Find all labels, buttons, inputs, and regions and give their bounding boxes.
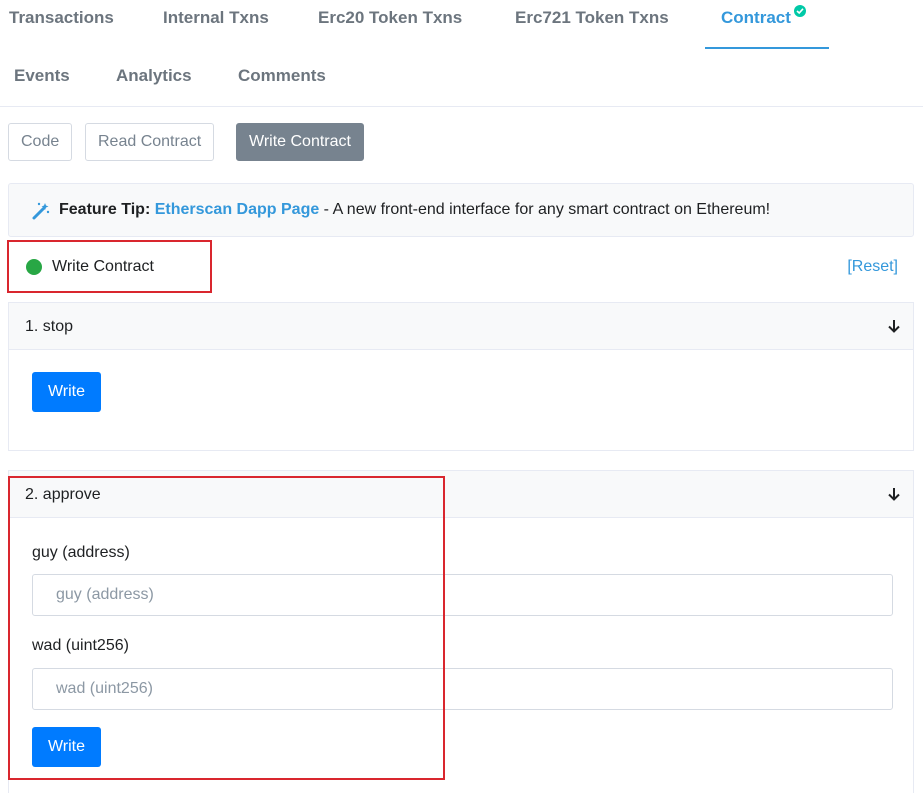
arrow-down-icon [888, 488, 900, 501]
write-contract-header: Write Contract [Reset] [8, 237, 914, 302]
tab-comments[interactable]: Comments [238, 66, 326, 86]
read-contract-button[interactable]: Read Contract [85, 123, 215, 161]
tab-internal-txns[interactable]: Internal Txns [163, 8, 269, 28]
write-button-stop[interactable]: Write [32, 372, 101, 412]
code-button[interactable]: Code [8, 123, 73, 161]
feature-tip-prefix: Feature Tip: [59, 201, 151, 218]
guy-address-label: guy (address) [32, 544, 130, 561]
magic-wand-icon [32, 202, 50, 220]
feature-tip-banner: Feature Tip: Etherscan Dapp Page - A new… [8, 183, 914, 237]
function-header-stop[interactable]: 1. stop [9, 303, 913, 350]
reset-link[interactable]: [Reset] [847, 258, 898, 276]
connection-status-dot [26, 259, 42, 275]
function-card-approve: 2. approve guy (address) wad (uint256) W… [8, 470, 914, 793]
function-header-approve[interactable]: 2. approve [9, 471, 913, 518]
verified-check-icon [793, 5, 806, 17]
function-title: 2. approve [25, 486, 101, 503]
write-button-approve[interactable]: Write [32, 727, 101, 767]
etherscan-dapp-page-link[interactable]: Etherscan Dapp Page [155, 201, 320, 218]
write-contract-button[interactable]: Write Contract [236, 123, 364, 161]
arrow-down-icon [888, 320, 900, 333]
active-tab-indicator [705, 47, 829, 49]
function-title: 1. stop [25, 318, 74, 335]
guy-address-input[interactable] [32, 574, 893, 616]
tab-transactions[interactable]: Transactions [9, 8, 114, 28]
wad-uint256-label: wad (uint256) [32, 637, 129, 654]
tab-contract[interactable]: Contract [721, 5, 806, 28]
tab-bar: Transactions Internal Txns Erc20 Token T… [0, 0, 923, 107]
tab-erc721-token-txns[interactable]: Erc721 Token Txns [515, 8, 669, 28]
wad-uint256-input[interactable] [32, 668, 893, 710]
tab-analytics[interactable]: Analytics [116, 66, 192, 86]
function-card-stop: 1. stop Write [8, 302, 914, 451]
tab-events[interactable]: Events [14, 66, 70, 86]
feature-tip-text: - A new front-end interface for any smar… [319, 201, 771, 218]
tab-contract-label: Contract [721, 8, 791, 27]
write-contract-label: Write Contract [52, 258, 154, 275]
tab-erc20-token-txns[interactable]: Erc20 Token Txns [318, 8, 462, 28]
